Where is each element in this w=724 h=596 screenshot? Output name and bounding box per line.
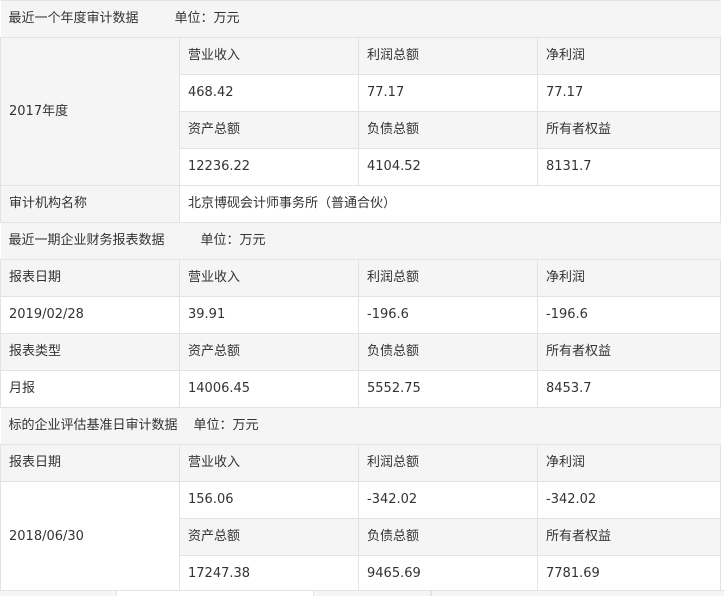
value-revenue: 468.42 (179, 74, 359, 112)
value-total-profit: -342.02 (358, 481, 538, 519)
report-date-label: 报表日期 (0, 444, 180, 482)
unit-label: 单位：万元 (200, 233, 266, 248)
table-row: 2017年度 营业收入 利润总额 净利润 (0, 37, 722, 186)
label-owner-equity: 所有者权益 (536, 111, 722, 149)
financial-data-table: 最近一个年度审计数据 单位：万元 2017年度 营业收入 利润总额 净利润 468… (0, 0, 722, 593)
label-total-profit: 利润总额 (358, 259, 538, 297)
value-total-profit: -196.6 (358, 296, 538, 334)
section-title-cell: 最近一个年度审计数据 单位：万元 (0, 0, 721, 38)
label-revenue: 营业收入 (179, 37, 359, 75)
table-row: 月报 14006.45 5552.75 8453.7 (0, 370, 722, 408)
table-row: 2019/02/28 39.91 -196.6 -196.6 (0, 296, 722, 334)
unit-label: 单位：万元 (193, 418, 259, 433)
value-owner-equity: 8131.7 (536, 148, 722, 186)
label-total-profit: 利润总额 (358, 37, 538, 75)
table-row-auditor: 审计机构名称 北京博砚会计师事务所（普通合伙） (0, 185, 722, 223)
label-total-assets: 资产总额 (179, 333, 359, 371)
report-date-value: 2019/02/28 (0, 296, 180, 334)
label-total-liabilities: 负债总额 (358, 333, 538, 371)
report-date-value: 2018/06/30 (0, 481, 180, 593)
value-total-assets: 14006.45 (179, 370, 359, 408)
section-header-latest-report: 最近一期企业财务报表数据 单位：万元 (0, 222, 721, 260)
label-total-liabilities: 负债总额 (358, 518, 538, 556)
next-table-edge (0, 590, 724, 596)
label-total-profit: 利润总额 (358, 444, 538, 482)
value-total-assets: 12236.22 (179, 148, 359, 186)
section-title: 最近一期企业财务报表数据 (8, 233, 165, 248)
section-title-cell: 最近一期企业财务报表数据 单位：万元 (0, 222, 721, 260)
table-row: 报表日期 营业收入 利润总额 净利润 (0, 444, 722, 482)
value-total-liabilities: 5552.75 (358, 370, 538, 408)
value-net-profit: 77.17 (536, 74, 722, 112)
label-owner-equity: 所有者权益 (536, 333, 722, 371)
value-owner-equity: 8453.7 (536, 370, 722, 408)
value-total-assets: 17247.38 (179, 555, 359, 593)
section-header-annual-audit: 最近一个年度审计数据 单位：万元 (0, 0, 721, 38)
section-title-cell: 标的企业评估基准日审计数据 单位：万元 (0, 407, 721, 445)
label-revenue: 营业收入 (179, 259, 359, 297)
report-type-label: 报表类型 (0, 333, 180, 371)
table-row: 报表日期 营业收入 利润总额 净利润 (0, 259, 722, 297)
next-table-cell-edge (116, 591, 314, 596)
label-net-profit: 净利润 (536, 444, 722, 482)
value-revenue: 156.06 (179, 481, 359, 519)
value-owner-equity: 7781.69 (536, 555, 722, 593)
label-total-liabilities: 负债总额 (358, 111, 538, 149)
section-title: 标的企业评估基准日审计数据 (8, 418, 178, 433)
value-total-liabilities: 9465.69 (358, 555, 538, 593)
report-type-value: 月报 (0, 370, 180, 408)
auditor-value: 北京博砚会计师事务所（普通合伙） (178, 185, 722, 223)
label-net-profit: 净利润 (536, 37, 722, 75)
value-net-profit: -342.02 (536, 481, 722, 519)
label-revenue: 营业收入 (179, 444, 359, 482)
label-net-profit: 净利润 (536, 259, 722, 297)
table-row: 2018/06/30 156.06 -342.02 -342.02 (0, 481, 722, 593)
period-cell: 2017年度 (0, 37, 180, 186)
section-header-benchmark-audit: 标的企业评估基准日审计数据 单位：万元 (0, 407, 721, 445)
section-title: 最近一个年度审计数据 (8, 11, 139, 26)
auditor-label: 审计机构名称 (0, 185, 180, 223)
table-row: 报表类型 资产总额 负债总额 所有者权益 (0, 333, 722, 371)
label-total-assets: 资产总额 (179, 111, 359, 149)
report-date-label: 报表日期 (0, 259, 180, 297)
label-total-assets: 资产总额 (179, 518, 359, 556)
value-net-profit: -196.6 (536, 296, 722, 334)
next-table-divider (430, 591, 432, 596)
value-total-liabilities: 4104.52 (358, 148, 538, 186)
unit-label: 单位：万元 (174, 11, 240, 26)
value-revenue: 39.91 (179, 296, 359, 334)
label-owner-equity: 所有者权益 (536, 518, 722, 556)
value-total-profit: 77.17 (358, 74, 538, 112)
